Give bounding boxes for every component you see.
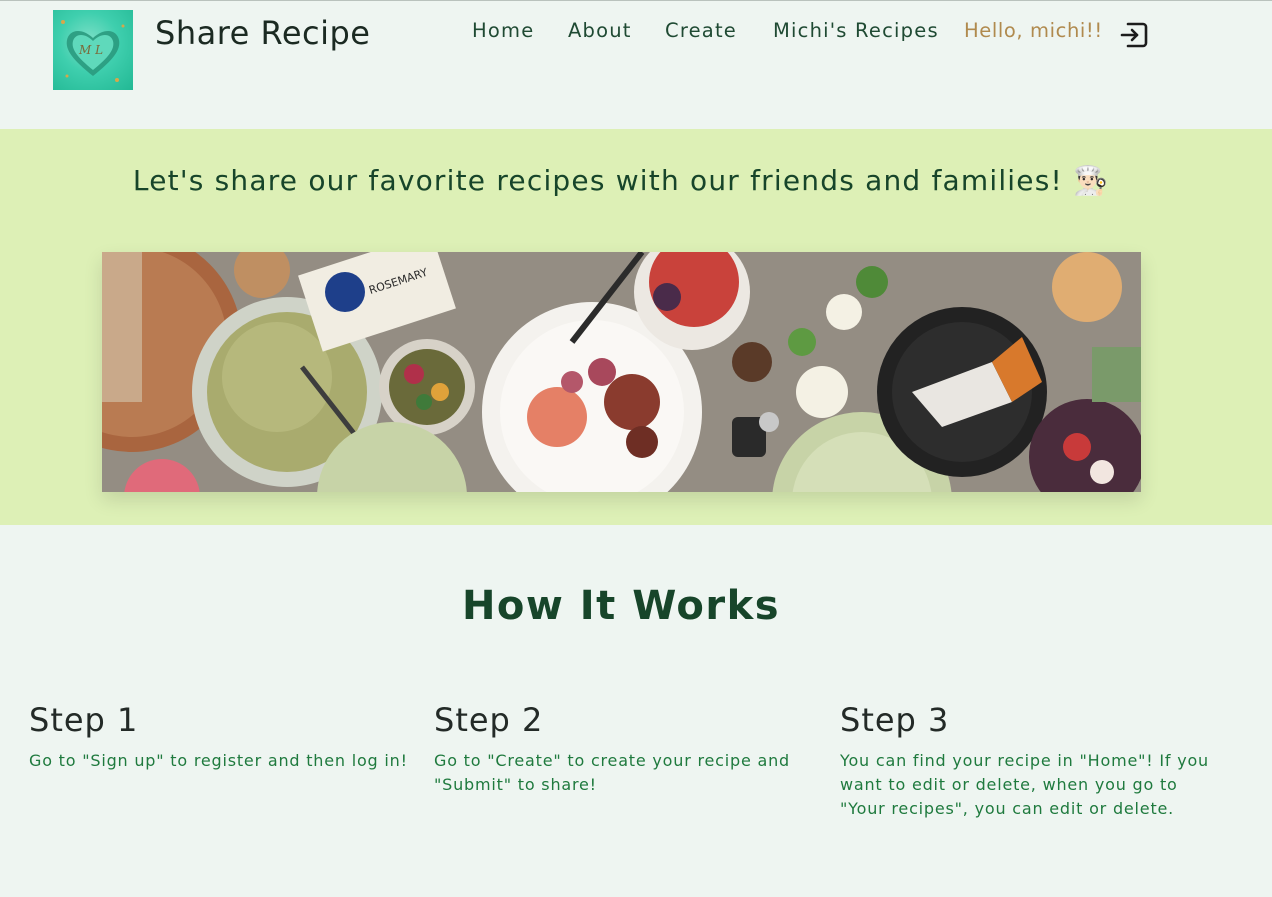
- step-card-3: Step 3 You can find your recipe in "Home…: [840, 701, 1220, 821]
- step-title: Step 1: [29, 701, 139, 739]
- how-it-works-title: How It Works: [461, 583, 781, 629]
- step-title: Step 3: [840, 701, 950, 739]
- user-greeting: Hello, michi!!: [964, 19, 1103, 42]
- step-title: Step 2: [434, 701, 544, 739]
- step-description: You can find your recipe in "Home"! If y…: [840, 751, 1209, 818]
- step-description: Go to "Create" to create your recipe and…: [434, 751, 790, 794]
- step-description: Go to "Sign up" to register and then log…: [29, 751, 408, 770]
- step-card-2: Step 2 Go to "Create" to create your rec…: [434, 701, 814, 797]
- heart-logo-icon: M L: [61, 20, 125, 82]
- nav-home[interactable]: Home: [472, 19, 534, 42]
- hero-section: Let's share our favorite recipes with ou…: [0, 129, 1272, 525]
- site-logo[interactable]: M L: [53, 10, 133, 90]
- step-card-1: Step 1 Go to "Sign up" to register and t…: [29, 701, 409, 773]
- brand-title[interactable]: Share Recipe: [155, 14, 370, 52]
- nav-my-recipes[interactable]: Michi's Recipes: [773, 19, 939, 42]
- logout-icon[interactable]: [1119, 20, 1149, 50]
- hero-tagline: Let's share our favorite recipes with ou…: [132, 164, 1110, 197]
- nav-create[interactable]: Create: [665, 19, 737, 42]
- nav-about[interactable]: About: [568, 19, 632, 42]
- hero-banner-image: ROSEMARY: [102, 252, 1141, 492]
- svg-text:M L: M L: [78, 43, 103, 57]
